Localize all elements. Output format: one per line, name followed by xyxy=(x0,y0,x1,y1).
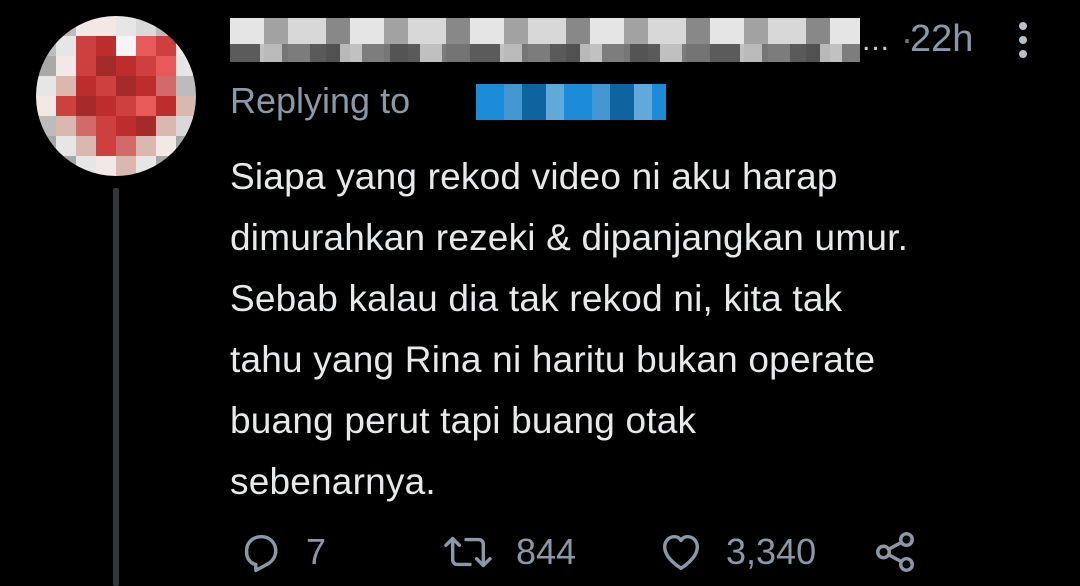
replying-to-label: Replying to xyxy=(230,80,411,121)
retweet-count: 844 xyxy=(516,531,577,572)
tweet-text-line: sebenarnya. xyxy=(230,461,436,502)
tweet-text-line: tahu yang Rina ni haritu bukan operate xyxy=(230,339,876,380)
tweet-text: Siapa yang rekod video ni aku harap dimu… xyxy=(230,146,1060,512)
reply-count: 7 xyxy=(306,531,327,572)
replying-to: Replying to xyxy=(230,76,830,128)
tweet-text-line: Sebab kalau dia tak rekod ni, kita tak xyxy=(230,278,843,319)
reply-handle-blurred[interactable] xyxy=(476,84,666,120)
like-button[interactable]: 3,340 xyxy=(658,520,816,584)
author-name-blurred[interactable] xyxy=(230,18,860,62)
tweet-text-line: dimurahkan rezeki & dipanjangkan umur. xyxy=(230,217,909,258)
share-icon xyxy=(876,532,914,572)
retweet-icon xyxy=(444,536,492,568)
reply-button[interactable]: 7 xyxy=(238,520,326,584)
name-ellipsis: ... xyxy=(862,24,891,57)
speech-bubble-icon xyxy=(244,534,278,573)
tweet-actions: 7 844 3,340 xyxy=(230,520,1050,584)
retweet-button[interactable]: 844 xyxy=(442,520,576,584)
tweet-text-line: Siapa yang rekod video ni aku harap xyxy=(230,156,838,197)
more-options-icon[interactable] xyxy=(1015,18,1031,62)
tweet-text-line: buang perut tapi buang otak xyxy=(230,400,697,441)
heart-icon xyxy=(662,534,700,571)
tweet-timestamp[interactable]: 22h xyxy=(910,18,973,61)
like-count: 3,340 xyxy=(726,531,817,572)
avatar[interactable] xyxy=(36,16,196,176)
thread-connector-line xyxy=(113,188,119,586)
tweet-header: ... · 22h xyxy=(220,10,1060,68)
share-button[interactable] xyxy=(872,520,918,584)
